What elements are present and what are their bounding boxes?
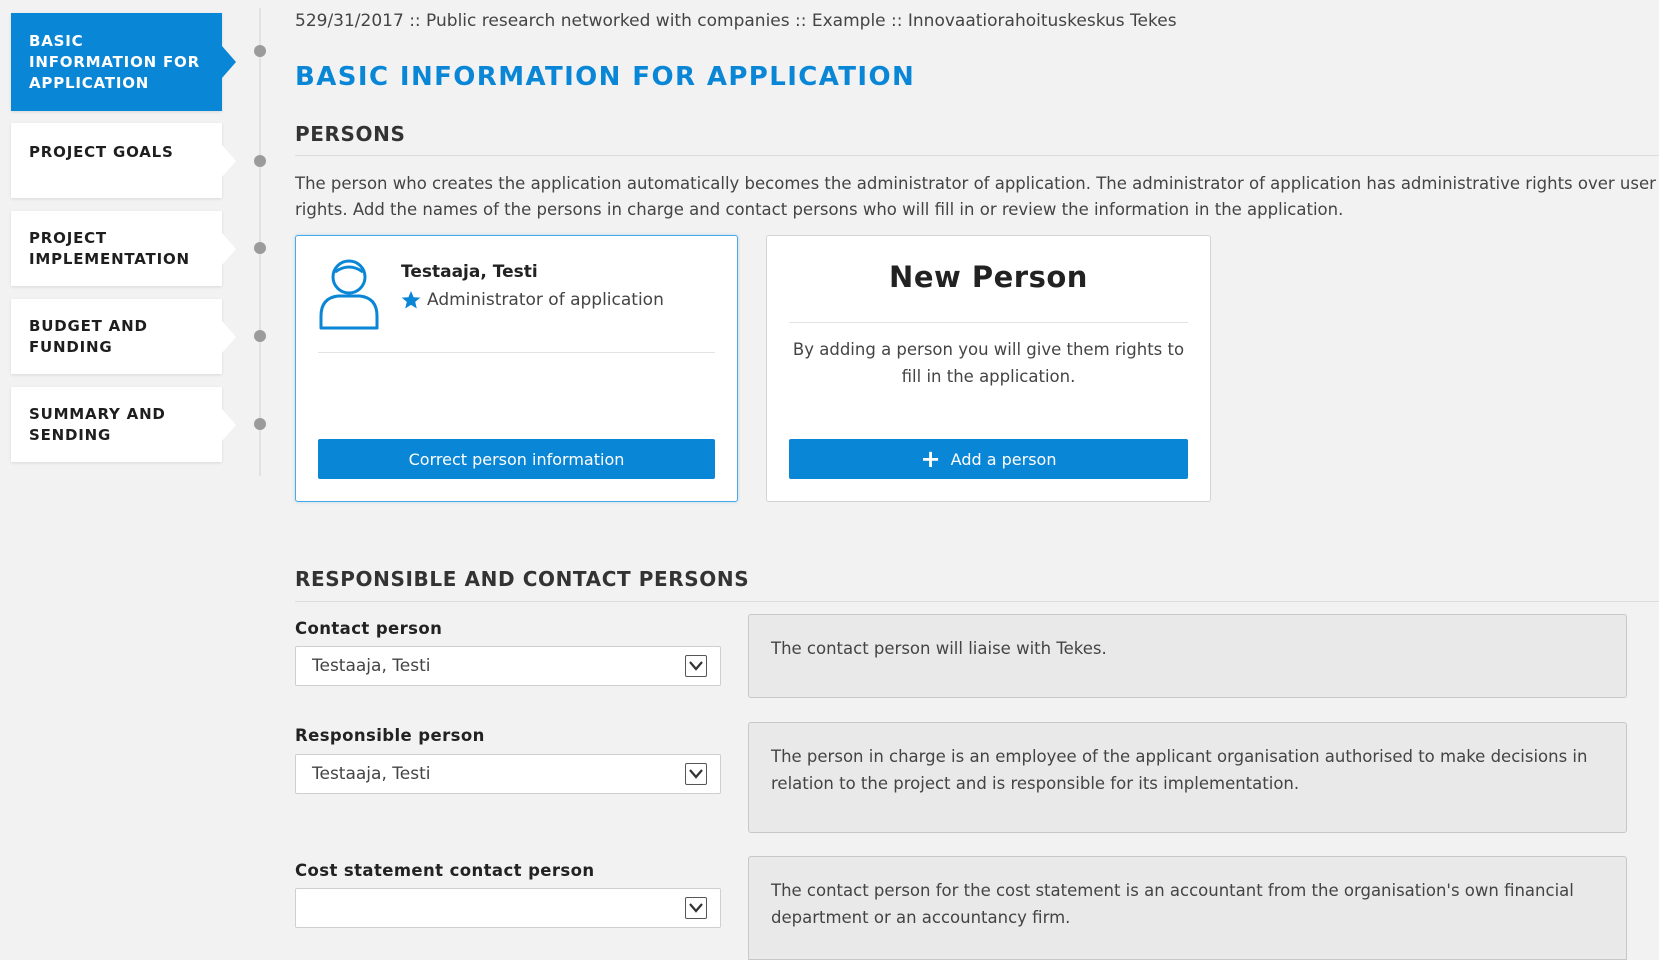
correct-person-information-button[interactable]: Correct person information	[318, 439, 715, 479]
chevron-down-icon[interactable]	[685, 763, 707, 785]
button-label: Add a person	[950, 449, 1057, 469]
persons-intro-text: The person who creates the application a…	[295, 174, 1656, 219]
main-content: 529/31/2017 :: Public research networked…	[295, 0, 1659, 960]
step-summary-and-sending[interactable]: SUMMARY AND SENDING	[11, 387, 236, 462]
cost-statement-contact-label: Cost statement contact person	[295, 861, 595, 880]
step-dot	[254, 418, 266, 430]
star-icon	[401, 291, 421, 309]
step-label: PROJECT GOALS	[29, 143, 174, 161]
responsible-section-title: RESPONSIBLE AND CONTACT PERSONS	[295, 567, 750, 591]
responsible-person-help: The person in charge is an employee of t…	[748, 722, 1627, 833]
new-person-description: By adding a person you will give them ri…	[792, 340, 1185, 386]
new-person-title: New Person	[889, 260, 1088, 294]
step-label: BASIC INFORMATION FOR APPLICATION	[29, 31, 200, 92]
add-person-button[interactable]: + Add a person	[789, 439, 1188, 479]
section-divider	[295, 601, 1659, 602]
chevron-down-icon[interactable]	[685, 655, 707, 677]
step-dot	[254, 45, 266, 57]
cost-statement-contact-help: The contact person for the cost statemen…	[748, 856, 1627, 960]
person-role: Administrator of application	[401, 290, 664, 310]
person-role-label: Administrator of application	[427, 290, 664, 310]
select-value: Testaaja, Testi	[312, 656, 431, 676]
button-label: Correct person information	[408, 449, 625, 469]
chevron-down-icon[interactable]	[685, 897, 707, 919]
step-project-goals[interactable]: PROJECT GOALS	[11, 123, 236, 198]
step-dot	[254, 155, 266, 167]
step-label: BUDGET AND FUNDING	[29, 316, 148, 356]
step-label: PROJECT IMPLEMENTATION	[29, 228, 190, 268]
breadcrumb: 529/31/2017 :: Public research networked…	[295, 11, 1177, 31]
contact-person-label: Contact person	[295, 619, 443, 638]
step-dot	[254, 242, 266, 254]
page-title: BASIC INFORMATION FOR APPLICATION	[295, 62, 916, 92]
card-divider	[789, 322, 1188, 323]
person-name: Testaaja, Testi	[401, 262, 538, 282]
step-dot	[254, 330, 266, 342]
step-navigation: BASIC INFORMATION FOR APPLICATION PROJEC…	[0, 0, 270, 480]
step-basic-information[interactable]: BASIC INFORMATION FOR APPLICATION	[11, 13, 236, 111]
select-value: Testaaja, Testi	[312, 764, 431, 784]
new-person-card: New Person By adding a person you will g…	[766, 235, 1211, 502]
contact-person-select[interactable]: Testaaja, Testi	[295, 646, 721, 686]
responsible-person-select[interactable]: Testaaja, Testi	[295, 754, 721, 794]
persons-section-title: PERSONS	[295, 122, 406, 146]
step-budget-and-funding[interactable]: BUDGET AND FUNDING	[11, 299, 236, 374]
person-outline-icon	[319, 259, 379, 330]
plus-icon: +	[920, 445, 941, 473]
section-divider	[295, 155, 1659, 156]
responsible-person-label: Responsible person	[295, 726, 485, 745]
cost-statement-contact-select[interactable]	[295, 888, 721, 928]
contact-person-help: The contact person will liaise with Teke…	[748, 614, 1627, 698]
card-divider	[318, 352, 715, 353]
step-label: SUMMARY AND SENDING	[29, 404, 166, 444]
person-card[interactable]: Testaaja, Testi Administrator of applica…	[295, 235, 738, 502]
step-project-implementation[interactable]: PROJECT IMPLEMENTATION	[11, 211, 236, 286]
